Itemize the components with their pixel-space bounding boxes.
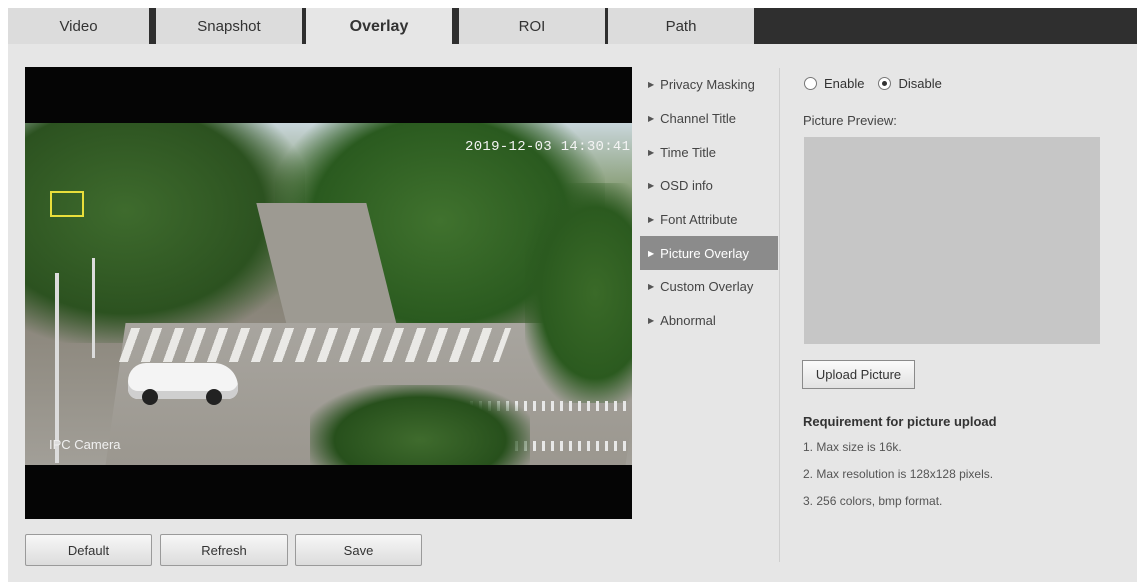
osd-channel-title[interactable]: IPC Camera	[49, 437, 121, 452]
refresh-button[interactable]: Refresh	[160, 534, 288, 566]
triangle-right-icon: ▶	[648, 114, 655, 124]
upload-picture-button[interactable]: Upload Picture	[802, 360, 915, 389]
tab-overlay[interactable]: Overlay	[306, 8, 452, 46]
disable-radio[interactable]	[878, 77, 892, 90]
menu-item-osd-info[interactable]: ▶ OSD info	[640, 169, 778, 203]
requirement-item: 2. Max resolution is 128x128 pixels.	[803, 467, 994, 481]
triangle-right-icon: ▶	[648, 248, 655, 258]
triangle-right-icon: ▶	[648, 215, 655, 225]
enable-radio-label[interactable]: Enable	[824, 76, 864, 91]
menu-item-time-title[interactable]: ▶ Time Title	[640, 135, 778, 169]
triangle-right-icon: ▶	[648, 181, 655, 191]
requirement-item: 1. Max size is 16k.	[803, 440, 902, 454]
triangle-right-icon: ▶	[648, 147, 655, 157]
car	[128, 363, 238, 405]
tab-roi[interactable]: ROI	[459, 8, 605, 44]
menu-item-picture-overlay[interactable]: ▶ Picture Overlay	[640, 236, 778, 271]
tab-video[interactable]: Video	[8, 8, 149, 44]
menu-item-custom-overlay[interactable]: ▶ Custom Overlay	[640, 270, 778, 304]
triangle-right-icon: ▶	[648, 80, 655, 90]
tab-path[interactable]: Path	[608, 8, 754, 44]
triangle-right-icon: ▶	[648, 316, 655, 326]
menu-item-font-attribute[interactable]: ▶ Font Attribute	[640, 203, 778, 237]
menu-item-channel-title[interactable]: ▶ Channel Title	[640, 102, 778, 136]
picture-overlay-box[interactable]	[50, 191, 84, 217]
camera-scene	[25, 123, 632, 465]
default-button[interactable]: Default	[25, 534, 152, 566]
requirement-item: 3. 256 colors, bmp format.	[803, 494, 943, 508]
overlay-menu: ▶ Privacy Masking ▶ Channel Title ▶ Time Ti…	[640, 68, 778, 338]
menu-divider	[779, 68, 780, 562]
video-preview: 2019-12-03 14:30:41 IPC Camera	[25, 67, 632, 519]
overlay-enable-toggle: Enable Disable	[804, 76, 956, 91]
osd-time-title[interactable]: 2019-12-03 14:30:41	[465, 139, 630, 155]
tab-bar: Video Snapshot Overlay ROI Path	[8, 8, 1137, 46]
tab-snapshot[interactable]: Snapshot	[156, 8, 302, 44]
save-button[interactable]: Save	[295, 534, 422, 566]
menu-item-abnormal[interactable]: ▶ Abnormal	[640, 304, 778, 338]
disable-radio-label[interactable]: Disable	[898, 76, 941, 91]
picture-preview	[804, 137, 1100, 344]
picture-preview-label: Picture Preview:	[803, 113, 897, 128]
enable-radio[interactable]	[804, 77, 817, 90]
menu-item-privacy-masking[interactable]: ▶ Privacy Masking	[640, 68, 778, 102]
requirement-title: Requirement for picture upload	[803, 414, 997, 429]
triangle-right-icon: ▶	[648, 282, 655, 292]
